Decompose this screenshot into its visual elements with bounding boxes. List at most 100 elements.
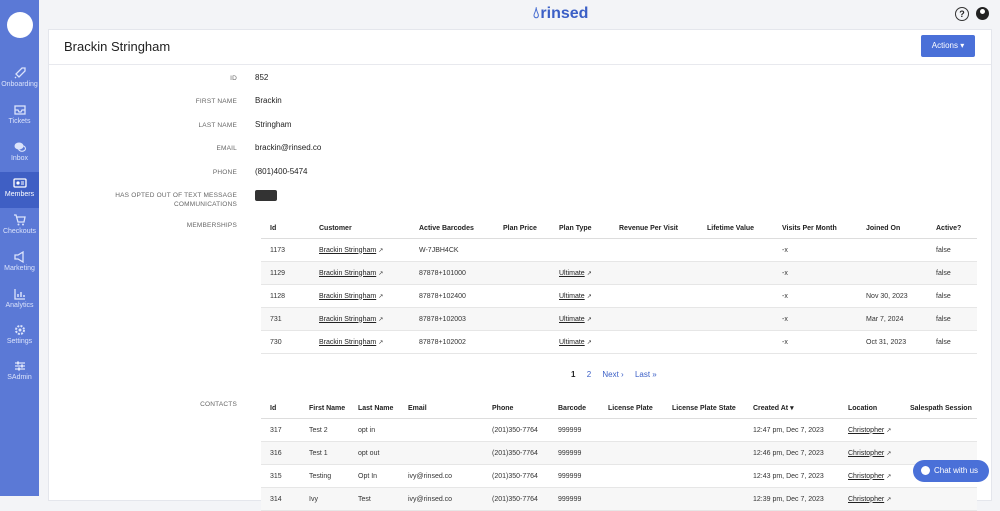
memberships-label: MEMBERSHIPS: [186, 222, 237, 229]
external-link-icon: ↗: [378, 270, 384, 277]
cell-customer[interactable]: Brackin Stringham ↗: [310, 330, 410, 354]
contacts-label: CONTACTS: [200, 401, 237, 408]
help-icon[interactable]: ?: [955, 7, 969, 21]
location-link[interactable]: Christopher: [848, 427, 884, 434]
chat-icon: [14, 142, 26, 152]
cell-session: [901, 487, 977, 511]
next-page-link[interactable]: Next ›: [602, 370, 623, 379]
sidebar-item-marketing[interactable]: Marketing: [0, 246, 39, 282]
cell-last-name: Opt In: [349, 464, 399, 488]
phone-label: PHONE: [212, 169, 237, 176]
sidebar-item-analytics[interactable]: Analytics: [0, 283, 39, 319]
cell-id: 315: [261, 464, 300, 488]
company-logo[interactable]: [7, 12, 33, 38]
cell-license-plate: [599, 487, 663, 511]
cell-last-name: opt out: [349, 441, 399, 465]
user-account-icon[interactable]: [976, 7, 989, 20]
sidebar-item-sadmin[interactable]: SAdmin: [0, 355, 39, 391]
sidebar-item-tickets[interactable]: Tickets: [0, 99, 39, 135]
sidebar-item-settings[interactable]: Settings: [0, 319, 39, 355]
cell-plan-type[interactable]: Ultimate ↗: [550, 330, 610, 354]
cell-customer[interactable]: Brackin Stringham ↗: [310, 284, 410, 308]
cell-id: 314: [261, 487, 300, 511]
cell-plan-type[interactable]: Ultimate ↗: [550, 261, 610, 285]
cell-customer[interactable]: Brackin Stringham ↗: [310, 261, 410, 285]
actions-label: Actions: [931, 41, 958, 50]
cell-email: ivy@rinsed.co: [399, 487, 483, 511]
plan-type-link[interactable]: Ultimate: [559, 339, 585, 346]
page-1-link[interactable]: 1: [571, 370, 575, 379]
cell-plan-type[interactable]: Ultimate ↗: [550, 307, 610, 331]
cell-revenue: [610, 307, 698, 331]
sidebar-item-checkouts[interactable]: Checkouts: [0, 209, 39, 245]
plan-type-link[interactable]: Ultimate: [559, 270, 585, 277]
column-header: Active Barcodes: [410, 218, 494, 239]
column-header: Visits Per Month: [773, 218, 857, 239]
sidebar-item-label: Members: [4, 191, 35, 198]
opt-out-toggle[interactable]: [255, 190, 277, 201]
cell-last-name: Test: [349, 487, 399, 511]
cell-revenue: [610, 284, 698, 308]
external-link-icon: ↗: [378, 293, 384, 300]
actions-button[interactable]: Actions ▾: [921, 35, 975, 57]
external-link-icon: ↗: [586, 270, 592, 277]
cell-location[interactable]: Christopher ↗: [839, 418, 901, 442]
cell-plan-type[interactable]: Ultimate ↗: [550, 284, 610, 308]
cell-license-plate: [599, 464, 663, 488]
chat-with-us-button[interactable]: Chat with us: [913, 460, 989, 482]
customer-link[interactable]: Brackin Stringham: [319, 339, 376, 346]
chart-icon: [13, 289, 25, 300]
last-page-link[interactable]: Last »: [635, 370, 657, 379]
cell-email: ivy@rinsed.co: [399, 464, 483, 488]
cell-barcode: 87878+101000: [410, 261, 494, 285]
inbox-icon: [13, 105, 26, 115]
sidebar-item-onboarding[interactable]: Onboarding: [0, 62, 39, 98]
last-name-label: LAST NAME: [198, 122, 237, 129]
plan-type-link[interactable]: Ultimate: [559, 316, 585, 323]
sidebar-item-members[interactable]: Members: [0, 172, 39, 208]
cell-customer[interactable]: Brackin Stringham ↗: [310, 238, 410, 262]
location-link[interactable]: Christopher: [848, 496, 884, 503]
customer-link[interactable]: Brackin Stringham: [319, 293, 376, 300]
page-2-link[interactable]: 2: [587, 370, 591, 379]
cell-created-at: 12:47 pm, Dec 7, 2023: [744, 418, 839, 442]
cell-location[interactable]: Christopher ↗: [839, 464, 901, 488]
cell-plate-state: [663, 487, 744, 511]
chevron-down-icon: ▾: [960, 41, 965, 50]
sidebar-item-label: Settings: [6, 338, 33, 345]
cell-first-name: Testing: [300, 464, 349, 488]
opt-out-label: HAS OPTED OUT OF TEXT MESSAGE COMMUNICATI…: [49, 191, 237, 209]
cell-id: 317: [261, 418, 300, 442]
column-header: Salespath Session: [901, 398, 977, 419]
cell-first-name: Test 1: [300, 441, 349, 465]
external-link-icon: ↗: [586, 339, 592, 346]
external-link-icon: ↗: [886, 496, 892, 503]
gear-icon: [14, 325, 25, 335]
customer-link[interactable]: Brackin Stringham: [319, 316, 376, 323]
column-header: Revenue Per Visit: [610, 218, 698, 239]
page-title: Brackin Stringham: [64, 39, 171, 54]
external-link-icon: ↗: [886, 427, 892, 434]
last-name-value: Stringham: [255, 120, 292, 129]
sidebar: Onboarding Tickets Inbox Members Checkou…: [0, 0, 39, 496]
cell-license-plate: [599, 441, 663, 465]
cell-location[interactable]: Christopher ↗: [839, 487, 901, 511]
sidebar-item-label: SAdmin: [7, 374, 32, 381]
id-label: ID: [230, 75, 237, 82]
cell-customer[interactable]: Brackin Stringham ↗: [310, 307, 410, 331]
cell-ltv: [698, 284, 773, 308]
location-link[interactable]: Christopher: [848, 473, 884, 480]
contacts-table: Id First Name Last Name Email Phone Barc…: [261, 398, 977, 511]
cell-location[interactable]: Christopher ↗: [839, 441, 901, 465]
cell-revenue: [610, 238, 698, 262]
sidebar-item-label: Checkouts: [2, 228, 37, 235]
customer-link[interactable]: Brackin Stringham: [319, 247, 376, 254]
external-link-icon: ↗: [586, 293, 592, 300]
plan-type-link[interactable]: Ultimate: [559, 293, 585, 300]
customer-link[interactable]: Brackin Stringham: [319, 270, 376, 277]
sidebar-item-inbox[interactable]: Inbox: [0, 136, 39, 172]
cell-revenue: [610, 330, 698, 354]
location-link[interactable]: Christopher: [848, 450, 884, 457]
column-header: Last Name: [349, 398, 399, 419]
sort-created-at-header[interactable]: Created At ▾: [744, 398, 839, 419]
